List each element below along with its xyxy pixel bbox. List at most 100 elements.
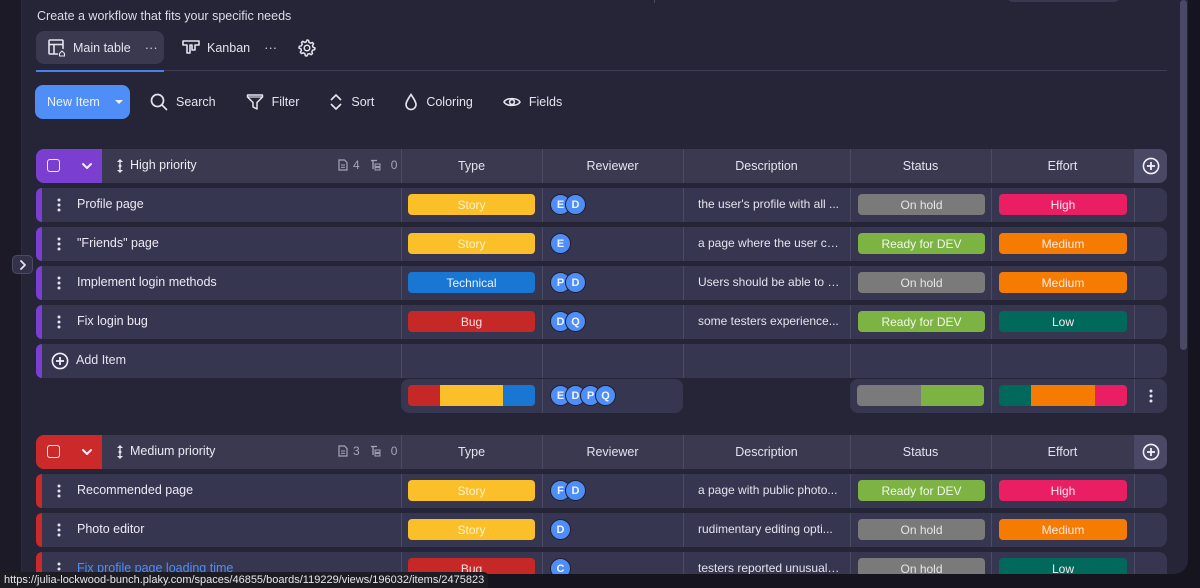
coloring-button[interactable]: Coloring [404,93,473,111]
gear-icon[interactable] [297,38,317,58]
new-item-button[interactable]: New Item [35,85,130,119]
add-column-button[interactable] [1134,435,1167,469]
type-chip[interactable]: Technical [408,272,535,293]
row-menu-icon[interactable] [56,484,62,498]
drag-handle-icon[interactable] [116,159,124,173]
search-button[interactable]: Search [150,93,216,111]
group-select-checkbox[interactable] [47,159,60,172]
column-header-status[interactable]: Status [850,435,991,469]
fields-label: Fields [528,95,563,109]
row-menu-icon[interactable] [56,237,62,251]
chevron-down-icon[interactable] [80,445,94,459]
type-chip[interactable]: Story [408,480,535,501]
effort-chip[interactable]: Medium [999,519,1127,540]
effort-chip[interactable]: High [999,480,1127,501]
subitems-icon [370,445,386,457]
item-name[interactable]: Fix login bug [77,314,148,328]
type-chip[interactable]: Story [408,519,535,540]
tab-kanban[interactable]: Kanban ··· [181,31,281,64]
toolbar: New Item Search Filter Sort Coloring Fie… [35,85,562,119]
add-item-row[interactable]: Add Item [36,344,1167,378]
summary-type-reviewer: EDPQ [401,379,683,413]
summary-menu-icon[interactable] [1148,389,1154,408]
row-menu-icon[interactable] [56,315,62,329]
status-chip[interactable]: Ready for DEV [858,311,985,332]
reviewer-avatars[interactable]: PD [550,272,586,294]
plus-circle-icon [1142,157,1160,175]
column-header-description[interactable]: Description [683,435,850,469]
item-name[interactable]: Profile page [77,197,144,211]
reviewer-summary-avatars[interactable]: EDPQ [550,385,616,407]
caret-down-icon[interactable] [115,100,123,104]
column-header-status[interactable]: Status [850,149,991,183]
description-cell[interactable]: a page where the user ca... [698,236,840,250]
filter-icon [246,94,263,110]
column-divider [683,266,684,300]
reviewer-avatars[interactable]: DQ [550,311,586,333]
column-divider [1134,305,1135,339]
vertical-scrollbar[interactable] [1180,0,1187,350]
status-chip[interactable]: On hold [858,272,985,293]
drag-handle-icon[interactable] [116,445,124,459]
filter-button[interactable]: Filter [246,93,300,111]
filter-label: Filter [271,95,300,109]
effort-chip[interactable]: Medium [999,272,1127,293]
effort-summary-bar[interactable] [999,385,1127,406]
tab-more-icon[interactable]: ··· [264,40,277,55]
column-divider [1134,379,1135,413]
description-cell[interactable]: a page with public photo... [698,483,840,497]
column-header-type[interactable]: Type [401,149,542,183]
plus-circle-icon[interactable] [51,352,69,370]
row-menu-icon[interactable] [56,198,62,212]
reviewer-avatars[interactable]: D [550,519,571,541]
status-chip[interactable]: Ready for DEV [858,480,985,501]
item-name[interactable]: "Friends" page [77,236,159,250]
description-cell[interactable]: rudimentary editing opti... [698,522,840,536]
tab-label: Kanban [207,40,251,55]
add-column-button[interactable] [1134,149,1167,183]
description-cell[interactable]: some testers experience... [698,314,840,328]
row-menu-icon[interactable] [56,523,62,537]
group-select-checkbox[interactable] [47,445,60,458]
tab-main-table[interactable]: Main table ··· [36,31,164,64]
status-summary-bar[interactable] [857,385,984,406]
status-chip[interactable]: On hold [858,519,985,540]
row-menu-icon[interactable] [56,276,62,290]
subitem-count: 0 [390,444,398,458]
summary-segment-on-hold [857,385,921,406]
item-name[interactable]: Photo editor [77,522,144,536]
column-header-type[interactable]: Type [401,435,542,469]
item-name[interactable]: Implement login methods [77,275,217,289]
top-button-edge[interactable] [1007,0,1120,2]
add-item-label[interactable]: Add Item [76,353,126,367]
description-cell[interactable]: testers reported unusual ... [698,561,840,575]
status-chip[interactable]: Ready for DEV [858,233,985,254]
column-header-effort[interactable]: Effort [991,149,1134,183]
sort-button[interactable]: Sort [329,93,374,111]
column-divider [1134,513,1135,547]
type-chip[interactable]: Bug [408,311,535,332]
expand-sidebar-button[interactable] [12,255,33,274]
fields-button[interactable]: Fields [502,95,563,109]
column-header-effort[interactable]: Effort [991,435,1134,469]
effort-chip[interactable]: High [999,194,1127,215]
description-cell[interactable]: the user's profile with all ... [698,197,840,211]
type-summary-bar[interactable] [408,385,535,406]
item-name[interactable]: Recommended page [77,483,193,497]
type-chip[interactable]: Story [408,194,535,215]
effort-chip[interactable]: Low [999,311,1127,332]
status-chip[interactable]: On hold [858,194,985,215]
reviewer-avatars[interactable]: E [550,233,571,255]
effort-chip[interactable]: Medium [999,233,1127,254]
reviewer-avatars[interactable]: ED [550,194,586,216]
reviewer-avatars[interactable]: FD [550,480,586,502]
group-name[interactable]: High priority [130,158,197,172]
group-name[interactable]: Medium priority [130,444,215,458]
tab-more-icon[interactable]: ··· [145,40,158,55]
column-header-reviewer[interactable]: Reviewer [542,435,683,469]
type-chip[interactable]: Story [408,233,535,254]
column-header-reviewer[interactable]: Reviewer [542,149,683,183]
column-header-description[interactable]: Description [683,149,850,183]
chevron-down-icon[interactable] [80,159,94,173]
description-cell[interactable]: Users should be able to l... [698,275,840,289]
